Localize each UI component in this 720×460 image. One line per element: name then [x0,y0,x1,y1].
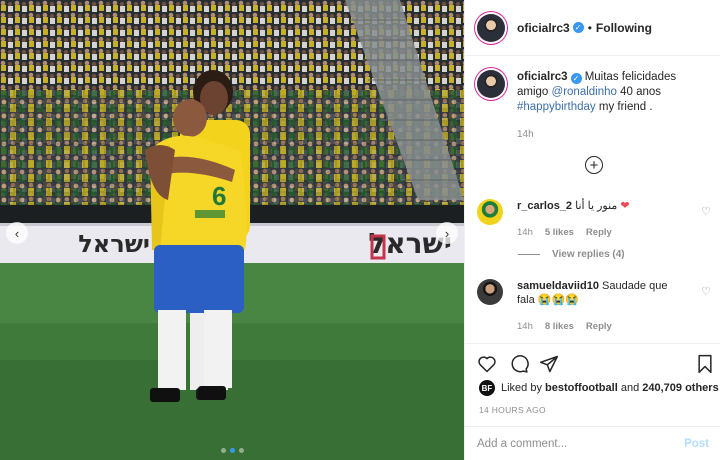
reply-button[interactable]: Reply [586,320,612,334]
stadium-photo: 6 ישראל ישראל [0,0,464,460]
comment-avatar[interactable] [477,279,503,305]
header-separator: • [587,20,592,35]
heart-outline-icon[interactable]: ♡ [701,205,711,218]
action-bar [465,343,720,379]
view-replies-button[interactable]: View replies (4) [518,249,625,260]
likes-summary: BF Liked by bestoffootball and 240,709 o… [479,380,719,396]
post-comment-button[interactable]: Post [684,438,709,450]
post-media[interactable]: 6 ישראל ישראל ‹ › [0,0,464,460]
banner-text-left: ישראל [78,230,150,258]
comment-time: 14h [517,227,533,238]
comment-body: samueldaviid10 Saudade que fala 😭😭😭 14h … [517,279,685,334]
caption-text: oficialrc3 ✓ Muitas felicidades amigo @ro… [517,70,707,142]
plus-circle-icon[interactable]: + [585,156,603,174]
caption-avatar[interactable] [477,70,505,98]
carousel-dot-active [229,448,235,453]
view-replies-label: View replies (4) [552,249,625,260]
comment-likes[interactable]: 5 likes [545,226,574,240]
caption-mention[interactable]: @ronaldinho [552,86,617,98]
jersey-number: 6 [212,181,226,211]
comment-username[interactable]: r_carlos_2 [517,200,572,212]
post-header: oficialrc3 ✓ • Following [465,0,720,56]
post-details-panel: oficialrc3 ✓ • Following oficialrc3 ✓ Mui… [464,0,720,460]
caption-text-middle: 40 anos [620,86,662,98]
comment-time: 14h [517,321,533,332]
share-paper-plane-icon[interactable] [539,354,559,374]
caption-text-after: my friend . [598,101,653,113]
comment-item: r_carlos_2 منور يا أنا ❤ 14h 5 likes Rep… [477,199,713,240]
carousel-dot [238,448,244,453]
comment-bubble-icon[interactable] [509,354,529,374]
comment-body: r_carlos_2 منور يا أنا ❤ 14h 5 likes Rep… [517,199,685,240]
caption-hashtag[interactable]: #happybirthday [517,101,596,113]
author-avatar[interactable] [477,13,505,42]
reply-button[interactable]: Reply [586,226,612,240]
comment-input[interactable] [477,437,685,450]
comment-username[interactable]: samueldaviid10 [517,280,599,292]
verified-badge-icon: ✓ [570,73,582,84]
caption-username[interactable]: oficialrc3 [517,71,568,83]
carousel-indicator [0,448,464,453]
liker-avatar[interactable]: BF [479,380,495,396]
comment-meta: 14h 8 likes Reply [517,320,685,334]
liked-by-user[interactable]: bestoffootball [545,382,618,394]
caption-time: 14h [517,129,534,140]
bookmark-icon[interactable] [695,354,715,374]
verified-badge-icon: ✓ [572,22,584,33]
comment-item: samueldaviid10 Saudade que fala 😭😭😭 14h … [477,279,713,334]
next-media-button[interactable]: › [436,222,458,244]
like-heart-icon[interactable] [477,354,497,374]
instagram-post-modal: 6 ישראל ישראל ‹ › oficialrc3 ✓ • Followi… [0,0,720,460]
carousel-dot [220,448,226,453]
comment-text: منور يا أنا [575,200,618,212]
following-button[interactable]: Following [596,21,652,35]
chevron-left-icon: ‹ [14,225,20,241]
add-comment-bar: Post [465,426,720,460]
author-username[interactable]: oficialrc3 [517,21,570,35]
liked-by-label: Liked by [501,382,542,394]
divider-line [518,254,540,255]
previous-media-button[interactable]: ‹ [6,222,28,244]
post-timestamp[interactable]: 14 HOURS AGO [479,405,546,415]
chevron-right-icon: › [444,225,450,241]
comment-avatar[interactable] [477,199,503,225]
caption: oficialrc3 ✓ Muitas felicidades amigo @ro… [477,70,713,142]
comment-meta: 14h 5 likes Reply [517,226,685,240]
and-label: and [620,382,640,394]
others-count[interactable]: 240,709 others [642,382,718,394]
red-heart-emoji: ❤ [620,200,630,212]
comment-likes[interactable]: 8 likes [545,320,574,334]
heart-outline-icon[interactable]: ♡ [701,285,711,298]
